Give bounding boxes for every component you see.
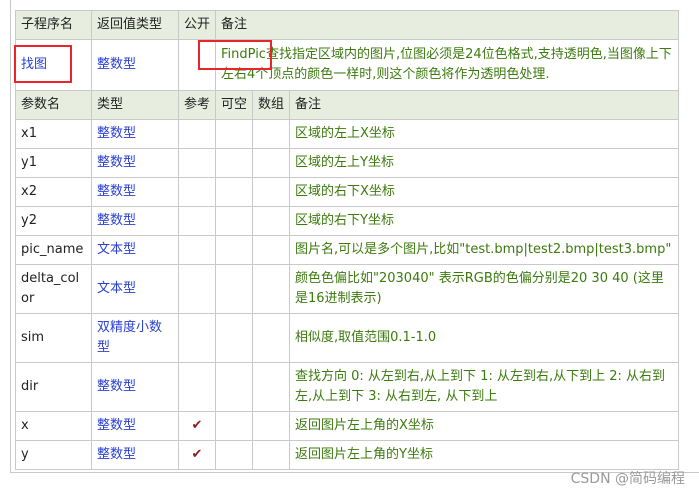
- param-type-link[interactable]: 整数型: [91, 119, 179, 149]
- param-array: [252, 177, 290, 207]
- header-param-ref: 参考: [178, 90, 216, 120]
- param-nullable: [215, 313, 253, 363]
- param-ref: [178, 313, 216, 363]
- param-name: x1: [15, 119, 92, 149]
- header-param-note: 备注: [288, 90, 680, 120]
- param-array: [252, 313, 290, 363]
- param-ref: [178, 264, 216, 314]
- param-ref: [178, 148, 216, 178]
- header-param-array: 数组: [252, 90, 290, 120]
- param-name: y: [15, 440, 92, 470]
- document-page: 子程序名 返回值类型 公开 备注 找图 整数型 FindPic查找指定区域内的图…: [0, 0, 699, 498]
- param-type-link[interactable]: 整数型: [91, 206, 179, 236]
- param-nullable: [215, 440, 253, 470]
- param-nullable: [215, 148, 253, 178]
- param-type-link[interactable]: 整数型: [91, 362, 179, 412]
- header-param-nullable: 可空: [215, 90, 253, 120]
- param-type-link[interactable]: 整数型: [91, 177, 179, 207]
- param-array: [252, 264, 290, 314]
- param-name: x2: [15, 177, 92, 207]
- param-row: y 整数型 ✔ 返回图片左上角的Y坐标: [15, 440, 680, 470]
- param-row: delta_color 文本型 颜色色偏比如"203040" 表示RGB的色偏分…: [15, 264, 680, 314]
- param-type-link[interactable]: 整数型: [91, 411, 179, 441]
- param-array: [252, 235, 290, 265]
- header-public: 公开: [178, 10, 216, 40]
- param-nullable: [215, 264, 253, 314]
- param-row: y1 整数型 区域的左上Y坐标: [15, 148, 680, 178]
- param-array: [252, 119, 290, 149]
- param-name: dir: [15, 362, 92, 412]
- header-param-type: 类型: [91, 90, 179, 120]
- check-icon: ✔: [178, 411, 216, 441]
- watermark: CSDN @简码编程: [570, 471, 685, 487]
- param-name: y2: [15, 206, 92, 236]
- param-header-row: 参数名 类型 参考 可空 数组 备注: [15, 90, 680, 120]
- api-reference-table: 子程序名 返回值类型 公开 备注 找图 整数型 FindPic查找指定区域内的图…: [15, 10, 680, 470]
- param-note: 区域的右下Y坐标: [288, 206, 680, 236]
- param-array: [252, 206, 290, 236]
- param-ref: [178, 177, 216, 207]
- param-row: x 整数型 ✔ 返回图片左上角的X坐标: [15, 411, 680, 441]
- param-note: 返回图片左上角的X坐标: [288, 411, 680, 441]
- param-ref: [178, 362, 216, 412]
- param-nullable: [215, 119, 253, 149]
- page-left-border: [10, 0, 11, 472]
- param-row: x1 整数型 区域的左上X坐标: [15, 119, 680, 149]
- check-icon: ✔: [178, 440, 216, 470]
- param-name: sim: [15, 313, 92, 363]
- param-nullable: [215, 235, 253, 265]
- function-row: 找图 整数型 FindPic查找指定区域内的图片,位图必须是24位色格式,支持透…: [15, 39, 680, 91]
- param-nullable: [215, 362, 253, 412]
- param-name: pic_name: [15, 235, 92, 265]
- header-return-type: 返回值类型: [91, 10, 179, 40]
- param-type-link[interactable]: 整数型: [91, 440, 179, 470]
- function-header-row: 子程序名 返回值类型 公开 备注: [15, 10, 680, 40]
- param-type-link[interactable]: 整数型: [91, 148, 179, 178]
- param-array: [252, 411, 290, 441]
- param-nullable: [215, 411, 253, 441]
- param-name: x: [15, 411, 92, 441]
- param-note: 查找方向 0: 从左到右,从上到下 1: 从左到右,从下到上 2: 从右到左,从…: [288, 362, 680, 412]
- param-note: 区域的右下X坐标: [288, 177, 680, 207]
- param-row: pic_name 文本型 图片名,可以是多个图片,比如"test.bmp|tes…: [15, 235, 680, 265]
- param-array: [252, 362, 290, 412]
- param-note: 颜色色偏比如"203040" 表示RGB的色偏分别是20 30 40 (这里是1…: [288, 264, 680, 314]
- param-ref: [178, 235, 216, 265]
- param-row: sim 双精度小数型 相似度,取值范围0.1-1.0: [15, 313, 680, 363]
- param-row: y2 整数型 区域的右下Y坐标: [15, 206, 680, 236]
- function-public: [178, 39, 216, 91]
- param-nullable: [215, 177, 253, 207]
- param-nullable: [215, 206, 253, 236]
- param-name: delta_color: [15, 264, 92, 314]
- param-type-link[interactable]: 双精度小数型: [91, 313, 179, 363]
- param-name: y1: [15, 148, 92, 178]
- param-note: 相似度,取值范围0.1-1.0: [288, 313, 680, 363]
- param-row: dir 整数型 查找方向 0: 从左到右,从上到下 1: 从左到右,从下到上 2…: [15, 362, 680, 412]
- param-note: 返回图片左上角的Y坐标: [288, 440, 680, 470]
- function-name-link[interactable]: 找图: [15, 39, 92, 91]
- header-param-name: 参数名: [15, 90, 92, 120]
- param-ref: [178, 119, 216, 149]
- param-type-link[interactable]: 文本型: [91, 235, 179, 265]
- param-array: [252, 148, 290, 178]
- function-note: FindPic查找指定区域内的图片,位图必须是24位色格式,支持透明色,当图像上…: [214, 39, 680, 91]
- param-note: 图片名,可以是多个图片,比如"test.bmp|test2.bmp|test3.…: [288, 235, 680, 265]
- param-row: x2 整数型 区域的右下X坐标: [15, 177, 680, 207]
- param-note: 区域的左上Y坐标: [288, 148, 680, 178]
- param-array: [252, 440, 290, 470]
- function-return-type-link[interactable]: 整数型: [91, 39, 179, 91]
- param-ref: [178, 206, 216, 236]
- header-note: 备注: [214, 10, 680, 40]
- param-type-link[interactable]: 文本型: [91, 264, 179, 314]
- param-note: 区域的左上X坐标: [288, 119, 680, 149]
- header-function-name: 子程序名: [15, 10, 92, 40]
